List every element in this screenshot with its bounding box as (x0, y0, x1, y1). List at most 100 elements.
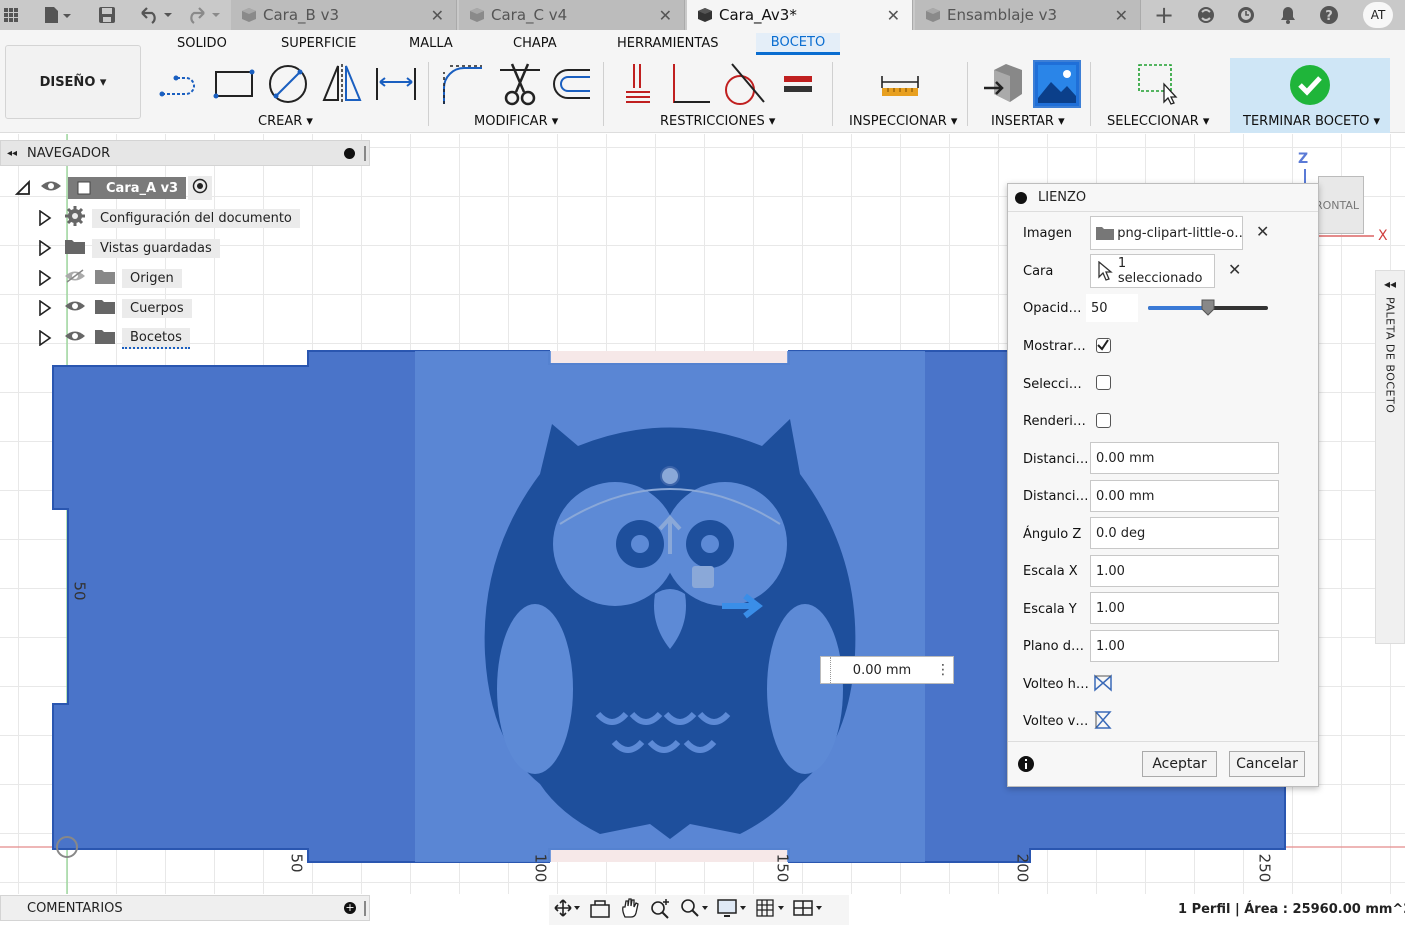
dimension-input-value[interactable]: 0.00 mm (831, 663, 933, 678)
cancel-button[interactable]: Cancelar (1229, 751, 1305, 777)
distance-2-input[interactable]: 0.00 mm (1090, 480, 1279, 512)
insert-canvas-image-icon[interactable] (1033, 60, 1081, 108)
navigator-item-cuerpos[interactable]: Cuerpos (38, 296, 192, 320)
sketch-palette-tab[interactable]: ◂◂ PALETA DE BOCETO (1375, 270, 1405, 644)
accept-button[interactable]: Aceptar (1142, 751, 1217, 777)
tree-expanded-icon[interactable] (14, 179, 32, 197)
eye-visible-icon[interactable] (64, 299, 86, 317)
viewcube[interactable]: RONTAL (1315, 176, 1364, 234)
notifications-bell-icon[interactable] (1274, 0, 1302, 30)
dialog-header[interactable]: LIENZO (1008, 184, 1318, 212)
info-icon[interactable] (1018, 756, 1034, 772)
more-options-icon[interactable]: ⋮ (933, 662, 953, 678)
circle-tool-icon[interactable] (266, 62, 310, 106)
job-status-clock-icon[interactable] (1232, 0, 1260, 30)
trim-scissors-icon[interactable] (498, 62, 542, 106)
display-settings-icon[interactable] (717, 897, 747, 923)
tab-cara-c[interactable]: Cara_C v4 ✕ (459, 0, 685, 30)
scale-y-input[interactable]: 1.00 (1090, 592, 1279, 624)
clear-face-close-icon[interactable]: ✕ (1228, 260, 1241, 279)
eye-visible-icon[interactable] (64, 329, 86, 347)
eye-hidden-icon[interactable] (64, 269, 86, 287)
dimension-input-box[interactable]: 0.00 mm ⋮ (820, 656, 954, 684)
close-icon[interactable]: ✕ (887, 6, 900, 25)
clear-image-close-icon[interactable]: ✕ (1256, 222, 1269, 241)
dimension-tool-icon[interactable] (374, 62, 418, 106)
fillet-tool-icon[interactable] (440, 62, 484, 106)
close-icon[interactable]: ✕ (431, 6, 444, 25)
new-tab-plus-icon[interactable]: + (1150, 0, 1178, 30)
tab-ensamblaje[interactable]: Ensamblaje v3 ✕ (915, 0, 1141, 30)
group-seleccionar[interactable]: SELECCIONAR ▾ (1107, 114, 1209, 129)
group-terminar-boceto[interactable]: TERMINAR BOCETO ▾ (1243, 114, 1380, 129)
navigator-root[interactable]: Cara_A v3 (14, 176, 213, 200)
opacity-slider-thumb[interactable] (1200, 298, 1216, 316)
extensions-icon[interactable] (1192, 0, 1220, 30)
flip-vertical-icon[interactable] (1092, 709, 1114, 731)
angle-z-input[interactable]: 0.0 deg (1090, 517, 1279, 549)
scale-x-input[interactable]: 1.00 (1090, 555, 1279, 587)
tree-collapsed-icon[interactable] (38, 210, 52, 226)
tab-cara-b[interactable]: Cara_B v3 ✕ (231, 0, 457, 30)
navigator-item-config[interactable]: Configuración del documento (38, 206, 300, 230)
tab-herramientas[interactable]: HERRAMIENTAS (617, 36, 719, 51)
equal-constraint-icon[interactable] (776, 62, 820, 106)
tree-collapsed-icon[interactable] (38, 300, 52, 316)
mirror-tool-icon[interactable] (320, 62, 364, 106)
apps-grid-icon[interactable] (0, 0, 22, 30)
distance-1-input[interactable]: 0.00 mm (1090, 442, 1279, 474)
expand-arrows-icon[interactable]: ◂◂ (1376, 277, 1404, 291)
measure-ruler-icon[interactable] (878, 62, 922, 106)
opacity-input[interactable]: 50 (1086, 294, 1138, 322)
dialog-collapse-icon[interactable] (1015, 191, 1027, 204)
face-select-field[interactable]: 1 seleccionado (1090, 254, 1215, 288)
navigator-drag-handle[interactable] (364, 146, 366, 161)
close-icon[interactable]: ✕ (659, 6, 672, 25)
close-icon[interactable]: ✕ (1115, 6, 1128, 25)
plane-scale-input[interactable]: 1.00 (1090, 630, 1279, 662)
insert-derive-icon[interactable] (982, 62, 1026, 106)
redo-icon[interactable] (184, 0, 224, 30)
save-icon[interactable] (94, 0, 120, 30)
tree-collapsed-icon[interactable] (38, 270, 52, 286)
navigator-minimize-icon[interactable] (344, 148, 355, 159)
tab-superficie[interactable]: SUPERFICIE (281, 36, 356, 51)
group-modificar[interactable]: MODIFICAR ▾ (474, 114, 558, 129)
look-at-icon[interactable] (589, 897, 611, 923)
tab-boceto[interactable]: BOCETO (756, 33, 840, 55)
root-label-chip[interactable]: Cara_A v3 (68, 177, 187, 199)
viewports-icon[interactable] (793, 897, 823, 923)
perpendicular-constraint-icon[interactable] (668, 62, 712, 106)
group-inspeccionar[interactable]: INSPECCIONAR ▾ (849, 114, 957, 129)
comments-panel-header[interactable]: COMENTARIOS + (0, 895, 370, 921)
zoom-window-icon[interactable] (679, 897, 709, 923)
group-restricciones[interactable]: RESTRICCIONES ▾ (660, 114, 775, 129)
navigator-item-vistas[interactable]: Vistas guardadas (38, 236, 220, 260)
file-menu-icon[interactable] (36, 0, 78, 30)
tab-cara-a[interactable]: Cara_Av3* ✕ (687, 0, 913, 30)
navigator-item-bocetos[interactable]: Bocetos (38, 326, 190, 350)
image-select-field[interactable]: png-clipart-little-o… (1090, 216, 1243, 250)
orbit-move-icon[interactable] (553, 897, 581, 923)
panel-drag-handle[interactable] (364, 901, 366, 916)
undo-icon[interactable] (136, 0, 176, 30)
tab-malla[interactable]: MALLA (409, 36, 453, 51)
eye-visible-icon[interactable] (40, 179, 62, 197)
rectangle-tool-icon[interactable] (212, 62, 256, 106)
grid-settings-icon[interactable] (755, 897, 785, 923)
add-comment-icon[interactable]: + (344, 902, 356, 914)
flip-horizontal-icon[interactable] (1092, 672, 1114, 694)
mostrar-checkbox[interactable] (1096, 338, 1111, 353)
coincident-constraint-icon[interactable] (616, 62, 660, 106)
group-crear[interactable]: CREAR ▾ (258, 114, 313, 129)
line-tool-icon[interactable] (158, 62, 202, 106)
tree-collapsed-icon[interactable] (38, 240, 52, 256)
offset-tool-icon[interactable] (550, 62, 594, 106)
group-insertar[interactable]: INSERTAR ▾ (991, 114, 1065, 129)
select-window-icon[interactable] (1136, 62, 1180, 106)
tree-collapsed-icon[interactable] (38, 330, 52, 346)
zoom-icon[interactable] (649, 897, 671, 923)
user-avatar[interactable]: AT (1363, 2, 1393, 28)
workspace-switcher[interactable]: DISEÑO ▾ (5, 45, 141, 119)
tangent-constraint-icon[interactable] (722, 62, 766, 106)
